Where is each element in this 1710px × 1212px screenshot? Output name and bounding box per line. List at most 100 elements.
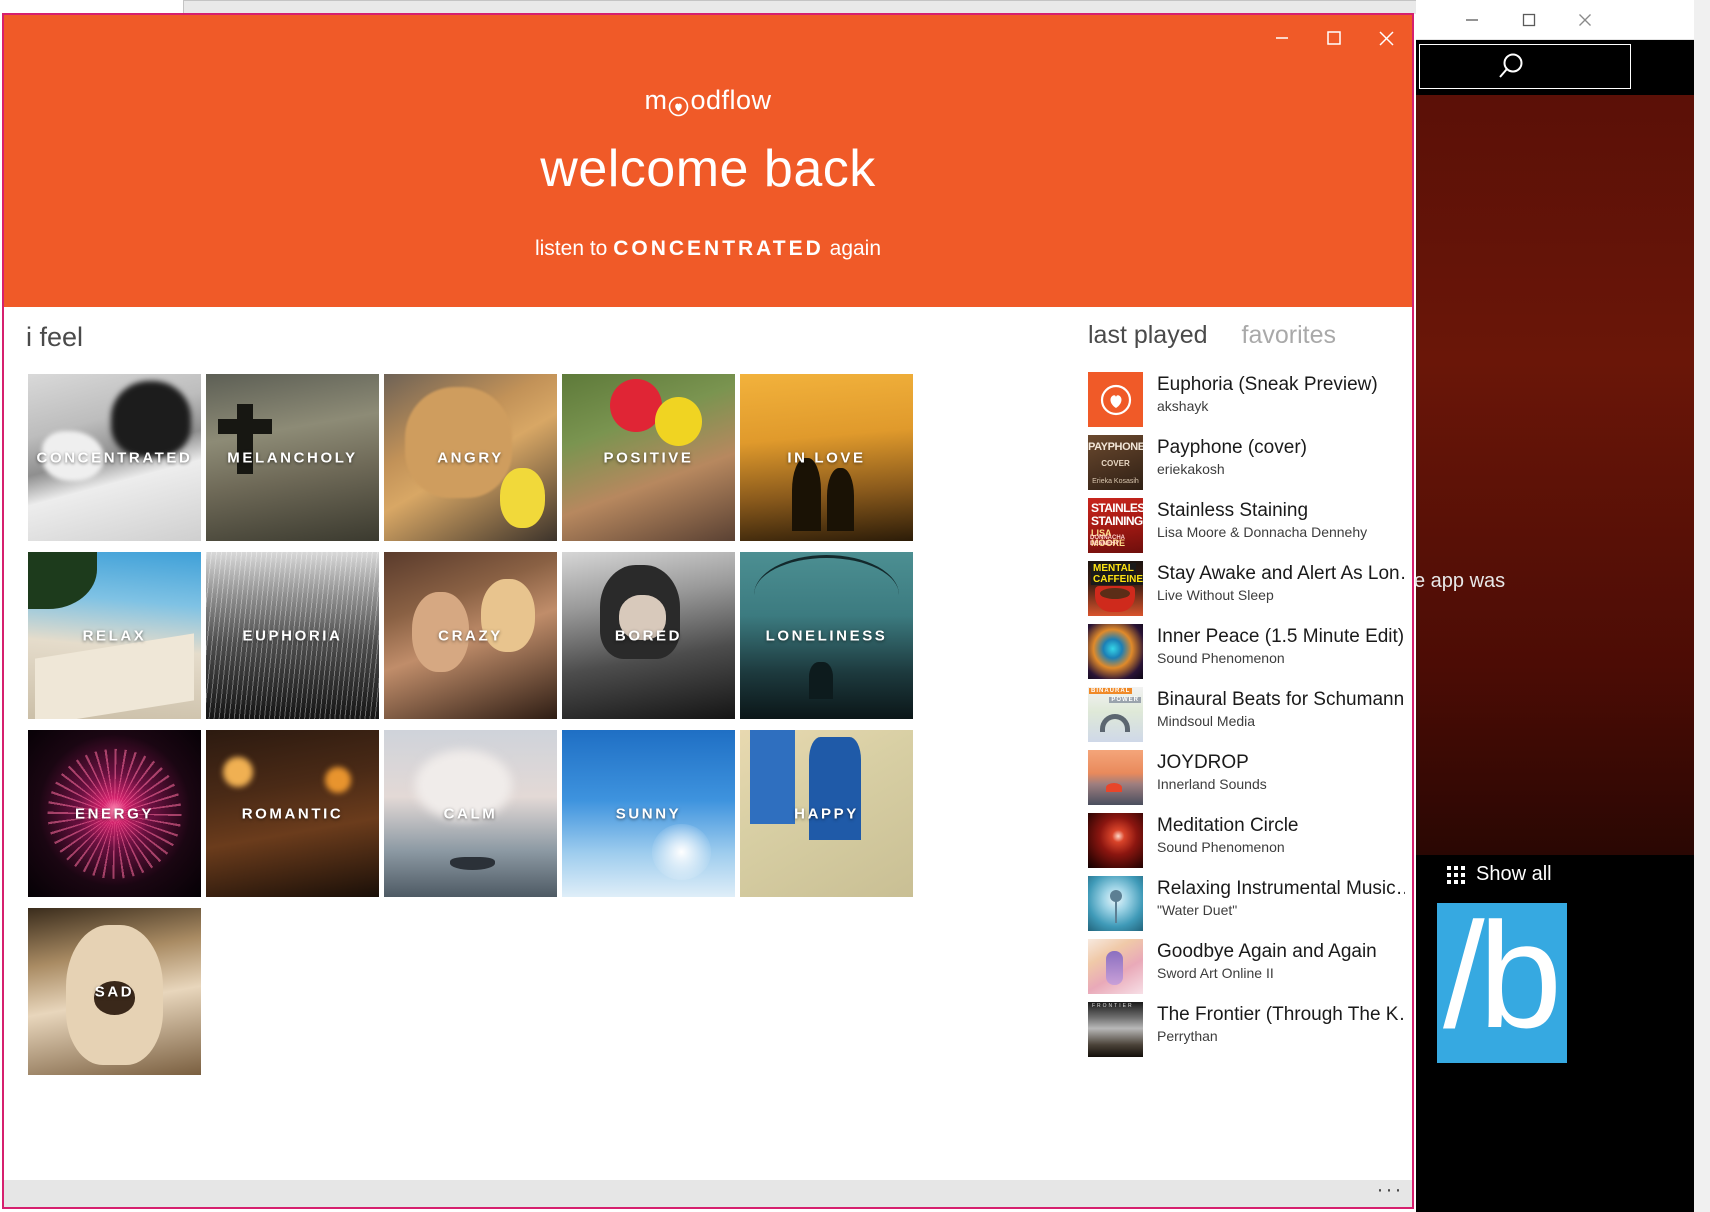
mood-tile[interactable]: SUNNY xyxy=(562,730,735,897)
mood-tile[interactable]: BORED xyxy=(562,552,735,719)
background-app-tile-label: /b xyxy=(1443,903,1562,1059)
album-art xyxy=(1088,750,1143,805)
track-meta: The Frontier (Through The K… Perrythan xyxy=(1157,1002,1405,1044)
track-row[interactable]: BINAURAL POWER Binaural Beats for Schumann… xyxy=(1088,687,1410,750)
heart-circle-icon xyxy=(1100,384,1131,415)
app-logo-prefix: m xyxy=(644,85,668,115)
mood-tile-label: ROMANTIC xyxy=(241,805,344,822)
sidebar-tab[interactable]: last played xyxy=(1088,321,1208,350)
mood-tile-label: CRAZY xyxy=(438,627,503,644)
mood-tile[interactable]: HAPPY xyxy=(740,730,913,897)
page-title: welcome back xyxy=(540,140,876,198)
track-row[interactable]: MENTAL CAFFEINE Stay Awake and Alert As Lo… xyxy=(1088,561,1410,624)
show-all-label: Show all xyxy=(1476,863,1552,885)
mood-tile[interactable]: ANGRY xyxy=(384,374,557,541)
mood-tile-label: EUPHORIA xyxy=(242,627,343,644)
mood-tile-label: CALM xyxy=(443,805,498,822)
show-all-button[interactable]: Show all xyxy=(1447,863,1552,886)
mood-tile-label: IN LOVE xyxy=(787,449,866,466)
mood-tile[interactable]: EUPHORIA xyxy=(206,552,379,719)
mood-tile-label: MELANCHOLY xyxy=(227,449,358,466)
track-artist: eriekakosh xyxy=(1157,461,1225,477)
track-meta: Goodbye Again and Again Sword Art Online … xyxy=(1157,939,1377,981)
track-title: Stay Awake and Alert As Lon… xyxy=(1157,563,1405,584)
track-row[interactable]: PAYPHONE COVER Erieka Kosasih Payphone (cov… xyxy=(1088,435,1410,498)
track-meta: Binaural Beats for Schumann… Mindsoul Med… xyxy=(1157,687,1405,729)
hero-banner: m odflow welcome back listen to CONCENTR… xyxy=(4,15,1412,307)
mood-tile[interactable]: ENERGY xyxy=(28,730,201,897)
mood-tile[interactable]: RELAX xyxy=(28,552,201,719)
track-artist: Sound Phenomenon xyxy=(1157,839,1285,855)
background-app-tile[interactable]: /b xyxy=(1437,903,1567,1063)
background-minimize-icon[interactable] xyxy=(1455,8,1489,32)
search-icon[interactable] xyxy=(1494,50,1528,84)
track-title: The Frontier (Through The K… xyxy=(1157,1004,1405,1025)
background-close-icon[interactable] xyxy=(1568,8,1602,32)
track-artist: Sound Phenomenon xyxy=(1157,650,1285,666)
mood-tile-label: CONCENTRATED xyxy=(36,449,193,466)
track-artist: Sword Art Online II xyxy=(1157,965,1274,981)
album-art xyxy=(1088,939,1143,994)
track-artist: akshayk xyxy=(1157,398,1209,414)
ellipsis-icon[interactable]: ··· xyxy=(1368,1179,1412,1207)
track-title: Meditation Circle xyxy=(1157,815,1299,836)
track-row[interactable]: FRONTIER The Frontier (Through The K… Perr… xyxy=(1088,1002,1410,1065)
screen: e app was Show all /b m odflow welcome b… xyxy=(0,0,1710,1212)
track-row[interactable]: STAINLESSSTAININGLISA MOOREDONNACHA DENN… xyxy=(1088,498,1410,561)
mood-tile-label: LONELINESS xyxy=(765,627,888,644)
track-row[interactable]: Meditation Circle Sound Phenomenon xyxy=(1088,813,1410,876)
background-window-edge xyxy=(183,0,1423,14)
mood-tile[interactable]: CONCENTRATED xyxy=(28,374,201,541)
track-row[interactable]: Inner Peace (1.5 Minute Edit) Sound Pheno… xyxy=(1088,624,1410,687)
track-meta: JOYDROP Innerland Sounds xyxy=(1157,750,1267,792)
maximize-button[interactable] xyxy=(1308,15,1360,61)
track-title: Stainless Staining xyxy=(1157,500,1309,521)
sidebar-tab[interactable]: favorites xyxy=(1242,321,1336,350)
mood-tile-label: SAD xyxy=(94,983,135,1000)
mood-tile[interactable]: CRAZY xyxy=(384,552,557,719)
track-meta: Inner Peace (1.5 Minute Edit) Sound Pheno… xyxy=(1157,624,1404,666)
mood-tile[interactable]: POSITIVE xyxy=(562,374,735,541)
album-art xyxy=(1088,813,1143,868)
track-title: Inner Peace (1.5 Minute Edit) xyxy=(1157,626,1405,647)
mood-tile[interactable]: LONELINESS xyxy=(740,552,913,719)
content-area: i feel CONCENTRATED MELANCHOLY ANGRY POSITI… xyxy=(4,307,1412,1184)
track-title: Binaural Beats for Schumann… xyxy=(1157,689,1405,710)
mood-tile-label: ANGRY xyxy=(437,449,504,466)
app-logo: m odflow xyxy=(4,85,1412,117)
mood-tile[interactable]: MELANCHOLY xyxy=(206,374,379,541)
album-art xyxy=(1088,876,1143,931)
moodflow-window: m odflow welcome back listen to CONCENTR… xyxy=(2,13,1414,1209)
section-title: i feel xyxy=(26,322,84,352)
mood-tile[interactable]: ROMANTIC xyxy=(206,730,379,897)
album-art: PAYPHONE COVER Erieka Kosasih xyxy=(1088,435,1143,490)
track-meta: Stay Awake and Alert As Lon… Live Without… xyxy=(1157,561,1405,603)
sidebar-tabs: last played favorites xyxy=(1088,321,1336,350)
track-title: Relaxing Instrumental Music… xyxy=(1157,878,1405,899)
app-logo-suffix: odflow xyxy=(690,85,772,115)
track-artist: Innerland Sounds xyxy=(1157,776,1267,792)
close-button[interactable] xyxy=(1360,15,1412,61)
mood-tile-label: ENERGY xyxy=(75,805,154,822)
album-art: FRONTIER xyxy=(1088,1002,1143,1057)
track-row[interactable]: Goodbye Again and Again Sword Art Online … xyxy=(1088,939,1410,1002)
hero-subtitle[interactable]: listen to CONCENTRATED again xyxy=(4,237,1412,261)
track-list[interactable]: Euphoria (Sneak Preview) akshayk PAYPHONE C… xyxy=(1088,372,1410,1172)
track-row[interactable]: JOYDROP Innerland Sounds xyxy=(1088,750,1410,813)
track-title: JOYDROP xyxy=(1157,752,1249,773)
track-artist: Live Without Sleep xyxy=(1157,587,1274,603)
mood-pane: i feel CONCENTRATED MELANCHOLY ANGRY POSITI… xyxy=(4,307,1066,1184)
minimize-button[interactable] xyxy=(1256,15,1308,61)
track-title: Payphone (cover) xyxy=(1157,437,1307,458)
mood-tile[interactable]: CALM xyxy=(384,730,557,897)
track-meta: Meditation Circle Sound Phenomenon xyxy=(1157,813,1299,855)
track-row[interactable]: Euphoria (Sneak Preview) akshayk xyxy=(1088,372,1410,435)
background-maximize-icon[interactable] xyxy=(1512,8,1546,32)
album-art: BINAURAL POWER xyxy=(1088,687,1143,742)
mood-tile[interactable]: SAD xyxy=(28,908,201,1075)
album-art xyxy=(1088,372,1143,427)
track-title: Goodbye Again and Again xyxy=(1157,941,1377,962)
track-row[interactable]: Relaxing Instrumental Music… "Water Duet" xyxy=(1088,876,1410,939)
mood-tile[interactable]: IN LOVE xyxy=(740,374,913,541)
track-artist: Perrythan xyxy=(1157,1028,1218,1044)
